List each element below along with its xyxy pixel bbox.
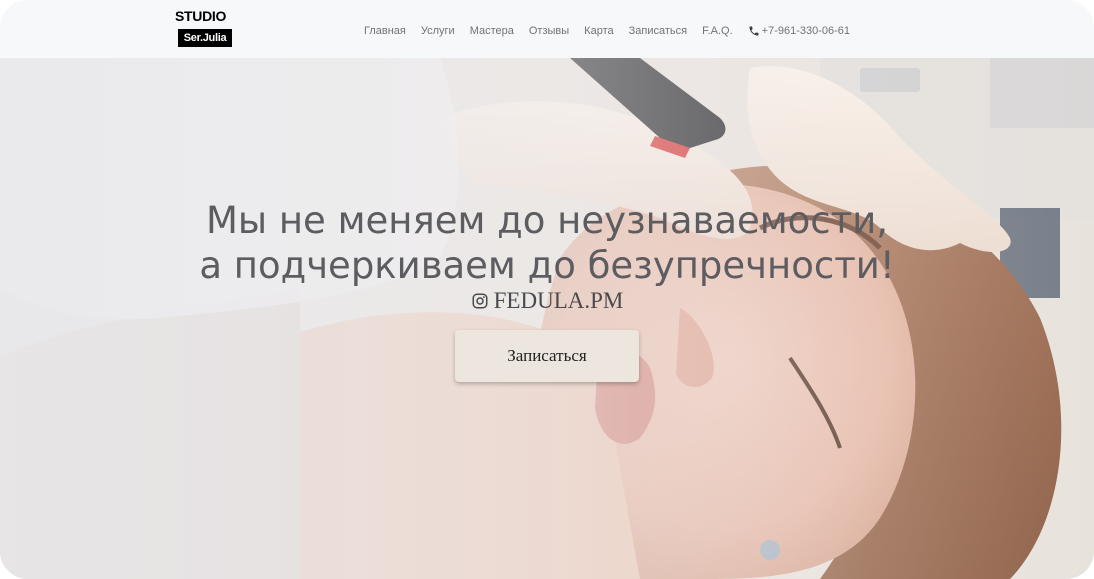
instagram-icon [472, 293, 488, 309]
nav-item-map[interactable]: Карта [584, 25, 613, 37]
booking-button[interactable]: Записаться [455, 330, 639, 382]
hero-section: Мы не меняем до неузнаваемости, а подчер… [0, 58, 1094, 579]
hero-headline: Мы не меняем до неузнаваемости, а подчер… [0, 198, 1094, 288]
phone-icon [749, 26, 759, 36]
instagram-handle: FEDULA.PM [493, 288, 624, 313]
headline-line-1: Мы не меняем до неузнаваемости, [205, 199, 889, 242]
headline-line-2: а подчеркиваем до безупречности! [199, 244, 895, 287]
nav-item-booking[interactable]: Записаться [629, 25, 687, 37]
main-nav: Главная Услуги Мастера Отзывы Карта Запи… [364, 22, 850, 40]
logo[interactable]: STUDIO Ser.Julia [175, 9, 233, 49]
nav-phone-link[interactable]: +7-961-330-06-61 [748, 25, 850, 37]
page: STUDIO Ser.Julia Главная Услуги Мастера … [0, 0, 1094, 579]
hero-overlay [0, 58, 1094, 579]
nav-item-reviews[interactable]: Отзывы [529, 25, 569, 37]
logo-line-1: STUDIO [175, 8, 227, 24]
nav-item-faq[interactable]: F.A.Q. [702, 25, 733, 37]
nav-item-masters[interactable]: Мастера [470, 25, 514, 37]
phone-number: +7-961-330-06-61 [761, 25, 851, 37]
nav-item-services[interactable]: Услуги [421, 25, 455, 37]
instagram-link[interactable]: FEDULA.PM [0, 288, 1094, 314]
logo-line-2: Ser.Julia [178, 29, 232, 47]
site-header: STUDIO Ser.Julia Главная Услуги Мастера … [0, 0, 1094, 58]
nav-item-home[interactable]: Главная [364, 25, 406, 37]
